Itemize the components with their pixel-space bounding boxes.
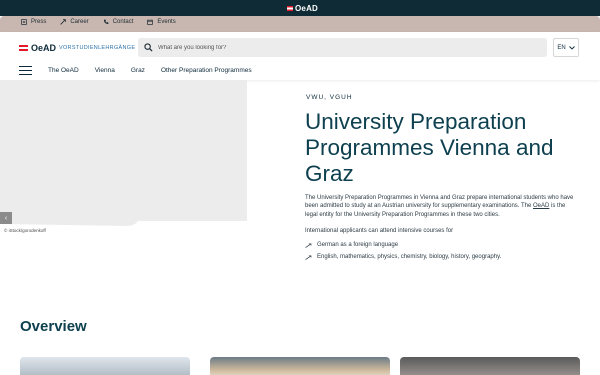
utility-link-label: Press — [31, 19, 47, 25]
hero-intro: The University Preparation Programmes in… — [305, 194, 578, 219]
utility-bar: Press Career Contact Events — [0, 16, 600, 32]
chevron-down-icon — [568, 45, 575, 50]
hero-image — [0, 80, 247, 234]
overview-card-1[interactable] — [20, 357, 190, 375]
course-list: German as a foreign language English, ma… — [305, 242, 501, 266]
main-navigation: The OeAD Vienna Graz Other Preparation P… — [19, 66, 268, 75]
utility-link-career[interactable]: Career — [60, 19, 89, 25]
image-credit: © iStock/gorodenkoff — [4, 228, 46, 233]
language-selector[interactable]: EN — [553, 38, 579, 57]
brand-logo[interactable]: OeAD VORSTUDIENLEHRGÄNGE — [19, 43, 135, 53]
nav-item-the-oead[interactable]: The OeAD — [48, 67, 79, 74]
utility-link-label: Career — [70, 19, 89, 25]
contact-icon — [103, 19, 109, 24]
utility-link-press[interactable]: Press — [21, 19, 46, 25]
overview-card-2[interactable] — [210, 357, 390, 375]
utility-link-contact[interactable]: Contact — [103, 19, 134, 25]
list-item: English, mathematics, physics, chemistry… — [305, 254, 501, 260]
nav-item-graz[interactable]: Graz — [131, 67, 145, 74]
applicants-text: International applicants can attend inte… — [305, 228, 454, 234]
utility-link-label: Contact — [112, 19, 134, 25]
brand-subtitle: VORSTUDIENLEHRGÄNGE — [59, 45, 136, 51]
hero-tags: VWU, VGUH — [306, 94, 353, 101]
austria-flag-icon — [287, 5, 293, 11]
menu-icon[interactable] — [19, 66, 32, 75]
search-input[interactable] — [158, 44, 538, 51]
utility-link-events[interactable]: Events — [147, 19, 176, 25]
search-bar[interactable] — [138, 38, 547, 57]
nav-item-vienna[interactable]: Vienna — [95, 67, 115, 74]
top-logo-text: OeAD — [295, 3, 319, 13]
overview-card-3[interactable] — [400, 357, 580, 375]
press-icon — [21, 19, 27, 25]
nav-item-other-programmes[interactable]: Other Preparation Programmes — [161, 67, 252, 74]
oead-link[interactable]: OeAD — [533, 203, 549, 209]
search-icon[interactable] — [144, 43, 153, 52]
utility-link-label: Events — [157, 19, 176, 25]
course-label: German as a foreign language — [317, 242, 399, 248]
austria-flag-icon — [19, 45, 28, 51]
top-logo[interactable]: OeAD — [287, 3, 318, 13]
top-brand-strip: OeAD — [0, 0, 600, 16]
collapse-panel-button[interactable]: ‹ — [0, 212, 12, 224]
site-header: OeAD VORSTUDIENLEHRGÄNGE EN The OeAD Vie… — [0, 32, 600, 80]
events-icon — [147, 19, 154, 25]
career-icon — [60, 19, 67, 25]
list-item: German as a foreign language — [305, 242, 501, 248]
page-title: University Preparation Programmes Vienna… — [305, 109, 554, 186]
overview-heading: Overview — [20, 318, 87, 335]
brand-name: OeAD — [31, 43, 57, 53]
arrow-icon — [305, 255, 312, 260]
arrow-icon — [305, 243, 312, 248]
language-label: EN — [557, 44, 566, 51]
course-label: English, mathematics, physics, chemistry… — [317, 254, 502, 260]
